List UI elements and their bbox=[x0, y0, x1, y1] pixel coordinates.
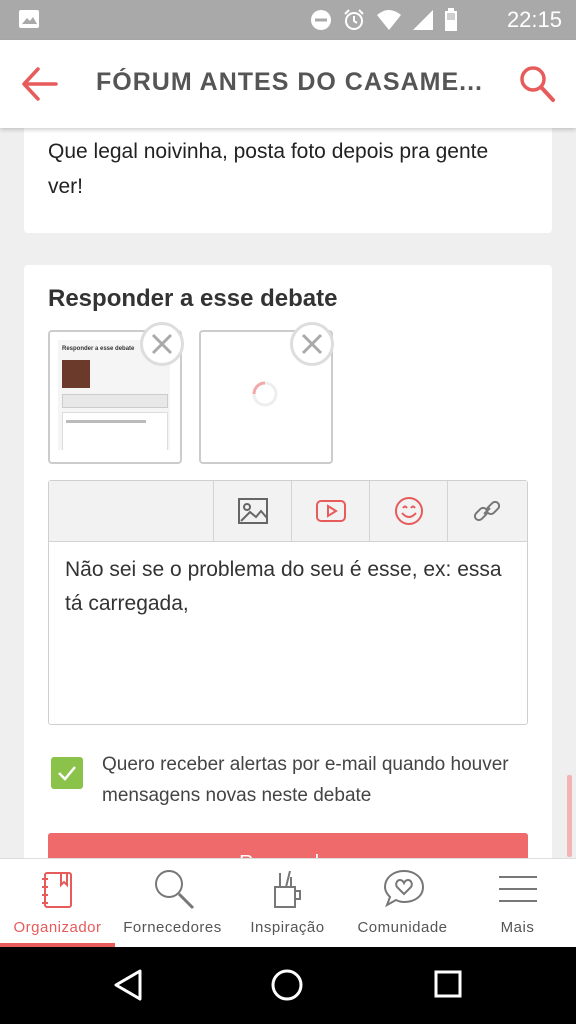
preview-title: Responder a esse debate bbox=[62, 346, 135, 352]
wifi-icon bbox=[377, 10, 401, 30]
preview-image bbox=[62, 360, 90, 388]
image-icon bbox=[238, 498, 268, 524]
remove-attachment-button[interactable] bbox=[140, 322, 184, 366]
nav-label: Comunidade bbox=[357, 919, 448, 936]
close-icon bbox=[151, 333, 173, 355]
previous-message-card: Que legal noivinha, posta foto depois pr… bbox=[24, 118, 552, 233]
search-icon[interactable] bbox=[518, 64, 556, 104]
preview-toolbar bbox=[62, 394, 168, 408]
preview-editor bbox=[62, 412, 168, 450]
nav-inspiracao[interactable]: Inspiração bbox=[230, 859, 345, 947]
smiley-icon bbox=[395, 497, 423, 525]
nav-label: Mais bbox=[500, 919, 535, 936]
insert-link-button[interactable] bbox=[447, 481, 525, 541]
search-icon bbox=[155, 870, 195, 910]
back-nav-icon[interactable] bbox=[112, 968, 144, 1002]
loading-spinner-icon bbox=[252, 381, 278, 407]
reply-editor[interactable]: Não sei se o problema do seu é esse, ex:… bbox=[48, 480, 528, 725]
check-icon bbox=[58, 766, 76, 781]
app-bar: FÓRUM ANTES DO CASAME... bbox=[0, 40, 576, 128]
system-nav-bar bbox=[0, 946, 576, 1024]
nav-comunidade[interactable]: Comunidade bbox=[345, 859, 460, 947]
battery-icon bbox=[445, 8, 457, 31]
clock: 22:15 bbox=[506, 7, 562, 32]
reply-card: Responder a esse debate Responder a esse… bbox=[24, 265, 552, 893]
remove-uploading-button[interactable] bbox=[290, 322, 334, 366]
reply-heading: Responder a esse debate bbox=[48, 285, 338, 312]
status-bar: 22:15 bbox=[0, 0, 576, 40]
nav-label: Organizador bbox=[13, 919, 102, 936]
notebook-icon bbox=[42, 872, 72, 908]
preview-text-line bbox=[66, 420, 146, 423]
nav-mais[interactable]: Mais bbox=[460, 859, 575, 947]
message-text: Que legal noivinha, posta foto depois pr… bbox=[48, 140, 489, 198]
brushes-cup-icon bbox=[274, 870, 301, 908]
menu-icon bbox=[499, 876, 537, 902]
heart-chat-icon bbox=[383, 869, 425, 908]
video-icon bbox=[316, 500, 346, 522]
insert-image-button[interactable] bbox=[213, 481, 291, 541]
email-alerts-checkbox[interactable] bbox=[51, 757, 83, 789]
back-arrow-icon[interactable] bbox=[20, 66, 58, 102]
scroll-indicator bbox=[567, 775, 572, 857]
editor-content[interactable]: Não sei se o problema do seu é esse, ex:… bbox=[65, 553, 505, 621]
email-alerts-label: Quero receber alertas por e-mail quando … bbox=[102, 754, 509, 806]
gallery-notification-icon bbox=[19, 10, 39, 28]
recents-nav-icon[interactable] bbox=[433, 969, 463, 999]
close-icon bbox=[301, 333, 323, 355]
alarm-icon bbox=[344, 9, 364, 30]
nav-label: Inspiração bbox=[250, 919, 325, 936]
nav-label: Fornecedores bbox=[123, 919, 222, 936]
signal-icon bbox=[413, 10, 433, 30]
insert-emoji-button[interactable] bbox=[369, 481, 447, 541]
insert-video-button[interactable] bbox=[291, 481, 369, 541]
link-icon bbox=[473, 500, 501, 522]
do-not-disturb-icon bbox=[311, 10, 331, 30]
bottom-nav: Organizador Fornecedores Inspiração Comu… bbox=[0, 858, 576, 947]
editor-toolbar bbox=[49, 481, 527, 542]
page-title: FÓRUM ANTES DO CASAME... bbox=[96, 68, 483, 96]
nav-fornecedores[interactable]: Fornecedores bbox=[115, 859, 230, 947]
home-nav-icon[interactable] bbox=[270, 968, 304, 1002]
active-indicator bbox=[0, 943, 115, 947]
nav-organizador[interactable]: Organizador bbox=[0, 859, 115, 947]
